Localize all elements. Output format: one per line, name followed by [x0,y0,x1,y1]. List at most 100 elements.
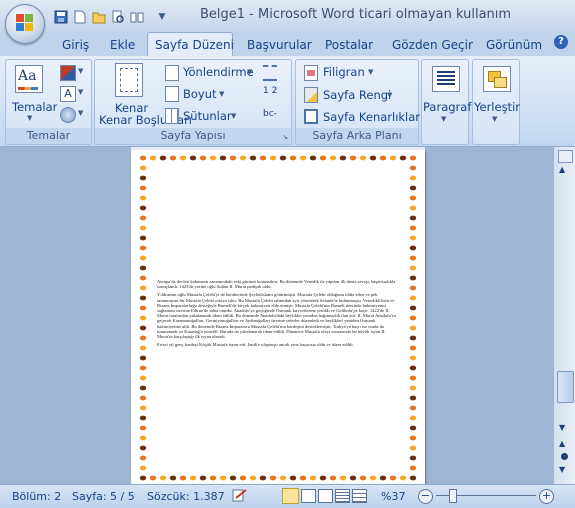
page-color-dropdown-icon[interactable]: ▼ [387,91,392,99]
zoom-out-icon[interactable]: − [418,489,433,504]
document-page[interactable]: Avrupa'da devleti kabasının zamanındaki … [131,150,425,484]
border-ornament [239,155,247,161]
columns-dropdown-icon[interactable]: ▼ [231,112,236,120]
border-ornament [409,255,417,261]
scroll-down-icon[interactable]: ▼ [559,423,565,432]
border-ornament [159,155,167,161]
border-ornament [289,155,297,161]
watermark-dropdown-icon[interactable]: ▼ [368,68,373,76]
watermark-button[interactable]: Filigran [323,65,365,79]
ruler-toggle-icon[interactable] [558,150,573,163]
hyphenation-icon[interactable]: bc- [263,109,277,119]
border-ornament [139,195,147,201]
status-bar: Bölüm: 2 Sayfa: 5 / 5 Sözcük: 1.387 %37 … [0,484,575,508]
tab-gorunum[interactable]: Görünüm [486,38,542,52]
border-ornament [409,315,417,321]
vertical-scrollbar[interactable]: ▲ ▼ ▲ ▼ [553,147,575,484]
orientation-dropdown-icon[interactable]: ▼ [247,68,252,76]
page-color-button[interactable]: Sayfa Rengi [323,88,391,102]
size-dropdown-icon[interactable]: ▼ [219,90,224,98]
themes-button[interactable]: Temalar [12,100,57,114]
theme-colors-icon[interactable] [60,65,76,81]
group-sayfa-arka-plani: Filigran ▼ Sayfa Rengi ▼ Sayfa Kenarlıkl… [295,59,423,145]
open-icon[interactable] [90,9,107,26]
browse-object-icon[interactable] [561,453,568,460]
border-ornament [319,155,327,161]
new-icon[interactable] [71,9,88,26]
border-ornament [389,475,397,481]
group-temalar: Aa Temalar ▼ ▼ A ▼ ▼ Temalar [5,59,92,145]
theme-colors-dropdown-icon[interactable]: ▼ [78,67,83,75]
view-draft-icon[interactable] [352,489,367,503]
border-ornament [409,335,417,341]
theme-fonts-icon[interactable]: A [60,86,76,102]
border-ornament [139,215,147,221]
book-icon[interactable] [128,9,145,26]
tab-gozden-gecir[interactable]: Gözden Geçir [392,38,473,52]
previous-page-icon[interactable]: ▲ [559,439,565,448]
border-ornament [139,305,147,311]
border-ornament [399,475,407,481]
border-ornament [409,355,417,361]
border-ornament [409,295,417,301]
view-outline-icon[interactable] [335,489,350,503]
border-ornament [139,345,147,351]
group-yerlestir: Yerleştir ▼ [472,59,520,145]
border-ornament [269,155,277,161]
border-ornament [349,155,357,161]
border-ornament [329,155,337,161]
border-ornament [359,155,367,161]
tab-basvurular[interactable]: Başvurular [247,38,312,52]
orientation-button[interactable]: Yönlendirme [183,65,254,79]
word-count[interactable]: Sözcük: 1.387 [147,490,225,503]
border-ornament [409,405,417,411]
group-sayfa-arka-plani-label: Sayfa Arka Planı [296,128,418,144]
tab-ekle[interactable]: Ekle [110,38,135,52]
page-indicator[interactable]: Sayfa: 5 / 5 [72,490,135,503]
section-indicator[interactable]: Bölüm: 2 [12,490,61,503]
size-button[interactable]: Boyut [183,87,217,101]
arrange-button[interactable]: Yerleştir [474,100,520,114]
border-ornament [199,475,207,481]
group-sayfa-yapisi-label: Sayfa Yapısı [95,128,291,144]
tab-sayfa-duzeni[interactable]: Sayfa Düzeni [155,38,234,52]
theme-fonts-dropdown-icon[interactable]: ▼ [78,88,83,96]
zoom-level[interactable]: %37 [381,490,405,503]
themes-dropdown-icon[interactable]: ▼ [27,114,32,122]
office-button[interactable] [5,4,45,44]
line-numbers-icon[interactable]: 1 2 [263,86,277,96]
columns-button[interactable]: Sütunlar [183,109,232,123]
view-web-layout-icon[interactable] [318,489,333,503]
zoom-in-icon[interactable]: + [539,489,554,504]
tab-giris[interactable]: Giriş [62,38,89,52]
tab-postalar[interactable]: Postalar [325,38,373,52]
border-ornament [409,215,417,221]
border-ornament [409,385,417,391]
print-preview-icon[interactable] [109,9,126,26]
proofing-icon[interactable] [232,488,248,503]
help-icon[interactable]: ? [554,35,568,49]
scroll-up-icon[interactable]: ▲ [559,165,565,174]
paragraph-dropdown-icon[interactable]: ▼ [441,115,446,123]
save-icon[interactable] [52,9,69,26]
scrollbar-thumb[interactable] [557,371,574,403]
next-page-icon[interactable]: ▼ [559,465,565,474]
view-print-layout-icon[interactable] [282,488,299,504]
paragraph-button[interactable]: Paragraf [423,100,471,114]
breaks-icon[interactable] [263,65,277,81]
zoom-slider-thumb[interactable] [449,489,457,503]
group-temalar-label: Temalar [6,128,91,144]
document-text[interactable]: Avrupa'da devleti kabasının zamanındaki … [157,279,397,350]
page-setup-launcher-icon[interactable]: ↘ [282,133,288,141]
theme-effects-icon[interactable] [60,107,76,123]
qat-customize-icon[interactable]: ▼ [157,9,167,26]
border-ornament [139,275,147,281]
arrange-dropdown-icon[interactable]: ▼ [492,115,497,123]
theme-effects-dropdown-icon[interactable]: ▼ [78,109,83,117]
view-full-screen-icon[interactable] [301,489,316,503]
border-ornament [139,405,147,411]
border-ornament [389,155,397,161]
border-ornament [379,155,387,161]
page-borders-button[interactable]: Sayfa Kenarlıkları [323,110,423,124]
themes-icon: Aa [15,65,43,93]
